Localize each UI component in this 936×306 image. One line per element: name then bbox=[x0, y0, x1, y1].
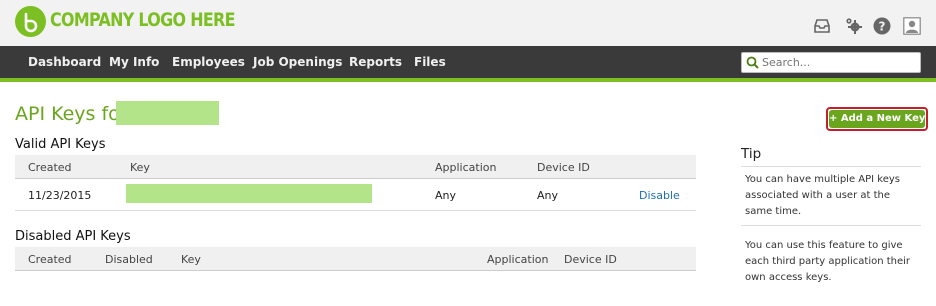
column-header-device-id[interactable]: Device ID bbox=[537, 161, 590, 174]
valid-keys-table-header: Created Key Application Device ID bbox=[15, 155, 696, 179]
tip-paragraph: You can use this feature to give each th… bbox=[745, 240, 911, 283]
application-value: Any bbox=[435, 189, 457, 202]
page-title: API Keys for bbox=[15, 103, 128, 125]
nav-item-reports[interactable]: Reports bbox=[349, 55, 402, 69]
user-icon[interactable] bbox=[903, 17, 921, 35]
tip-heading: Tip bbox=[741, 146, 762, 162]
nav-item-files[interactable]: Files bbox=[414, 55, 446, 69]
column-header-application[interactable]: Application bbox=[487, 253, 548, 266]
tip-divider bbox=[741, 225, 921, 226]
company-logo-icon[interactable] bbox=[15, 6, 46, 37]
redacted-user-name bbox=[116, 101, 219, 125]
disabled-keys-table-header: Created Disabled Key Application Device … bbox=[15, 247, 696, 271]
disable-link[interactable]: Disable bbox=[639, 189, 680, 202]
column-header-created[interactable]: Created bbox=[28, 253, 72, 266]
tip-divider bbox=[741, 166, 921, 167]
search-input[interactable] bbox=[762, 54, 912, 71]
svg-text:?: ? bbox=[879, 20, 886, 34]
column-header-disabled[interactable]: Disabled bbox=[105, 253, 153, 266]
disabled-keys-heading: Disabled API Keys bbox=[15, 229, 131, 244]
nav-item-job-openings[interactable]: Job Openings bbox=[253, 55, 342, 69]
gear-icon[interactable] bbox=[845, 17, 863, 35]
column-header-key[interactable]: Key bbox=[130, 161, 150, 174]
table-row: 11/23/2015 Any Any Disable bbox=[15, 180, 696, 211]
search-icon bbox=[746, 56, 759, 69]
device-id-value: Any bbox=[537, 189, 559, 202]
column-header-application[interactable]: Application bbox=[435, 161, 496, 174]
tip-paragraph: You can have multiple API keys associate… bbox=[745, 174, 900, 217]
valid-keys-heading: Valid API Keys bbox=[15, 137, 106, 152]
help-icon[interactable]: ? bbox=[873, 17, 891, 35]
nav-item-dashboard[interactable]: Dashboard bbox=[28, 55, 101, 69]
search-box bbox=[741, 52, 921, 73]
column-header-created[interactable]: Created bbox=[28, 161, 72, 174]
column-header-device-id[interactable]: Device ID bbox=[564, 253, 617, 266]
nav-item-my-info[interactable]: My Info bbox=[109, 55, 159, 69]
nav-item-employees[interactable]: Employees bbox=[172, 55, 245, 69]
created-date: 11/23/2015 bbox=[28, 189, 92, 202]
column-header-key[interactable]: Key bbox=[181, 253, 201, 266]
inbox-icon[interactable] bbox=[813, 17, 831, 35]
top-header: COMPANY LOGO HERE ? bbox=[0, 0, 936, 46]
redacted-api-key bbox=[126, 184, 372, 203]
company-logo-text[interactable]: COMPANY LOGO HERE bbox=[50, 10, 235, 31]
nav-accent-line bbox=[0, 78, 936, 82]
main-nav: Dashboard My Info Employees Job Openings… bbox=[0, 46, 936, 78]
add-new-key-button[interactable]: + Add a New Key bbox=[829, 110, 925, 128]
